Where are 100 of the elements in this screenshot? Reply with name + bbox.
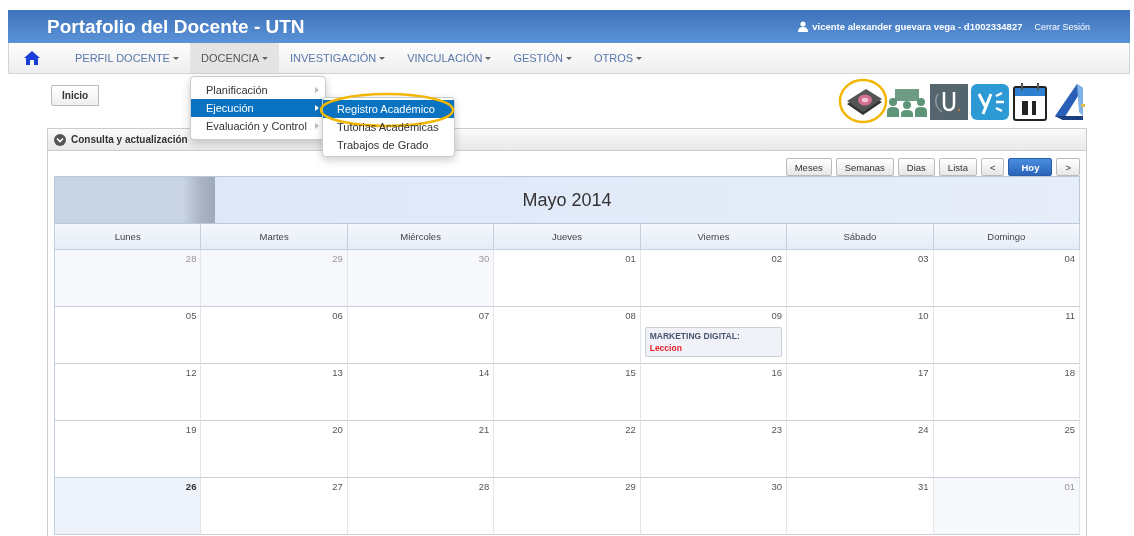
day-cell[interactable]: 22 <box>494 421 641 478</box>
day-cell[interactable]: 30 <box>640 478 788 535</box>
day-number: 24 <box>918 424 929 435</box>
day-number: 12 <box>185 367 197 378</box>
day-number: 27 <box>332 481 343 492</box>
day-cell[interactable]: 05 <box>55 307 202 364</box>
day-number: 04 <box>1064 253 1075 264</box>
event-title: MARKETING DIGITAL: <box>649 331 741 341</box>
day-number: 11 <box>1065 310 1075 321</box>
caret-icon <box>565 56 572 60</box>
submenu-item[interactable]: Registro Académico <box>322 100 454 118</box>
view-button[interactable]: Semanas <box>835 158 894 176</box>
submenu-caret-icon <box>314 123 319 129</box>
day-cell[interactable]: 12 <box>55 364 202 421</box>
breadcrumb-item[interactable]: Inicio <box>51 84 100 106</box>
day-cell[interactable]: 10 <box>787 307 934 364</box>
day-number: 10 <box>918 310 929 321</box>
event-type: Leccion <box>649 343 683 353</box>
nav-menu-item[interactable]: VINCULACIÓN <box>396 43 503 73</box>
day-cell[interactable]: 29 <box>494 478 641 535</box>
dropdown-item[interactable]: Planificación <box>190 81 325 99</box>
nav-menu-item[interactable]: DOCENCIA <box>189 43 279 73</box>
logo-icon[interactable] <box>930 84 968 120</box>
day-cell[interactable]: 04 <box>933 250 1080 307</box>
day-number: 30 <box>478 253 490 264</box>
day-cell[interactable]: 14 <box>347 364 495 421</box>
day-cell[interactable]: 02 <box>640 250 788 307</box>
day-number: 29 <box>625 481 636 492</box>
day-number: 26 <box>185 481 197 492</box>
view-button[interactable]: Lista <box>938 158 977 176</box>
caret-icon <box>172 56 179 60</box>
day-cell[interactable]: 21 <box>347 421 495 478</box>
day-number: 05 <box>185 310 197 321</box>
day-cell[interactable]: 23 <box>640 421 788 478</box>
weekday-header: Martes <box>201 224 348 250</box>
day-number: 18 <box>1064 367 1075 378</box>
day-number: 28 <box>185 253 197 264</box>
day-cell[interactable]: 03 <box>787 250 934 307</box>
view-button[interactable]: < <box>980 158 1005 176</box>
day-number: 29 <box>332 253 343 264</box>
day-cell[interactable]: 07 <box>347 307 495 364</box>
logout-link[interactable]: Cerrar Sesión <box>1034 21 1090 32</box>
view-button[interactable]: Dias <box>897 158 935 176</box>
day-number: 01 <box>1064 481 1075 492</box>
day-cell[interactable]: 13 <box>201 364 348 421</box>
caret-icon <box>636 56 643 60</box>
nav-menu-item[interactable]: GESTIÓN <box>502 43 583 73</box>
day-cell[interactable]: 06 <box>201 307 348 364</box>
view-button[interactable]: Meses <box>785 158 832 176</box>
day-number: 01 <box>625 253 636 264</box>
day-number: 02 <box>771 253 783 264</box>
dropdown-item[interactable]: Ejecución <box>190 99 325 117</box>
nav-menu-item[interactable]: OTROS <box>582 43 654 73</box>
day-number: 22 <box>625 424 636 435</box>
day-cell[interactable]: 16 <box>640 364 788 421</box>
day-cell[interactable]: 20 <box>201 421 348 478</box>
day-number: 14 <box>478 367 490 378</box>
day-number: 13 <box>332 367 343 378</box>
weekday-header: Miércoles <box>347 224 495 250</box>
day-cell[interactable]: 27 <box>201 478 348 535</box>
day-cell[interactable]: 18 <box>933 364 1080 421</box>
day-number: 20 <box>332 424 343 435</box>
day-cell[interactable]: 25 <box>933 421 1080 478</box>
user-icon <box>798 21 809 32</box>
calendar-event[interactable]: MARKETING DIGITAL: Leccion <box>644 327 783 357</box>
day-number: 08 <box>625 310 636 321</box>
day-number: 21 <box>478 424 490 435</box>
day-cell[interactable]: 08 <box>494 307 641 364</box>
day-cell[interactable]: 24 <box>787 421 934 478</box>
view-button[interactable]: Hoy <box>1008 158 1053 176</box>
dropdown-item[interactable]: Evaluación y Control <box>190 117 325 135</box>
calendar-icon[interactable] <box>1012 83 1048 121</box>
submenu-item[interactable]: Trabajos de Grado <box>322 136 454 154</box>
submenu-caret-icon <box>314 87 319 93</box>
day-number: 25 <box>1064 424 1075 435</box>
day-cell[interactable]: 11 <box>933 307 1080 364</box>
day-cell[interactable]: 26 <box>55 478 202 535</box>
weekday-header: Jueves <box>494 224 641 250</box>
day-cell[interactable]: 15 <box>494 364 641 421</box>
home-icon[interactable] <box>24 51 40 65</box>
day-number: 06 <box>332 310 343 321</box>
day-number: 09 <box>771 310 783 321</box>
day-cell[interactable]: 09 MARKETING DIGITAL: Leccion <box>640 307 788 364</box>
nav-menu-item[interactable]: PERFIL DOCENTE <box>64 43 190 73</box>
collapse-icon[interactable] <box>54 133 66 146</box>
weekday-header: Sábado <box>787 224 934 250</box>
view-button[interactable]: > <box>1056 158 1080 176</box>
day-cell[interactable]: 19 <box>55 421 202 478</box>
submenu-caret-icon <box>314 105 319 111</box>
day-number: 07 <box>478 310 490 321</box>
day-number: 15 <box>625 367 636 378</box>
caret-icon <box>262 56 268 60</box>
day-cell[interactable]: 17 <box>787 364 934 421</box>
day-cell[interactable]: 01 <box>494 250 641 307</box>
nav-menu-item[interactable]: INVESTIGACIÓN <box>279 43 397 73</box>
day-cell[interactable]: 31 <box>787 478 934 535</box>
day-number: 19 <box>185 424 197 435</box>
day-number: 17 <box>918 367 929 378</box>
day-cell[interactable]: 28 <box>347 478 495 535</box>
day-number: 30 <box>771 481 783 492</box>
